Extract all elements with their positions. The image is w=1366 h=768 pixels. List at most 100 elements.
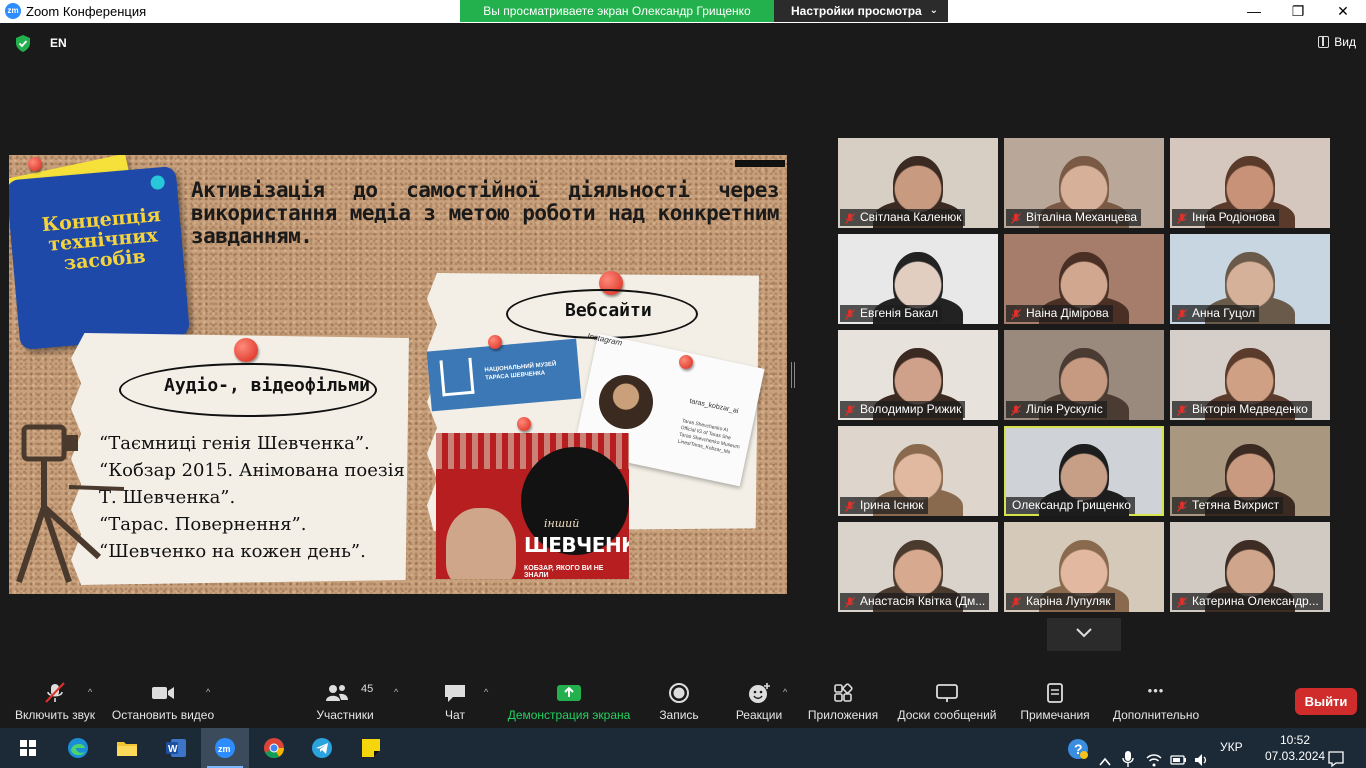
taskbar-edge[interactable] bbox=[54, 728, 102, 768]
view-button[interactable]: Вид bbox=[1318, 35, 1356, 49]
participant-video-head bbox=[1059, 156, 1109, 216]
zoom-app-letters: zm bbox=[218, 744, 231, 754]
taskbar-telegram[interactable] bbox=[298, 728, 346, 768]
poster-face bbox=[446, 508, 516, 579]
taskbar-zoom[interactable]: zm bbox=[201, 728, 249, 768]
stop-video-button[interactable]: Остановить видео bbox=[108, 674, 218, 728]
participant-tile[interactable]: Інна Родіонова bbox=[1170, 138, 1330, 228]
portrait-avatar bbox=[599, 375, 653, 429]
participant-tile[interactable]: Каріна Лупуляк bbox=[1004, 522, 1164, 612]
share-screen-button[interactable]: Демонстрация экрана bbox=[503, 674, 635, 728]
audio-options-caret[interactable]: ^ bbox=[88, 687, 98, 697]
participant-tile[interactable]: Анна Гуцол bbox=[1170, 234, 1330, 324]
participant-tile[interactable]: Тетяна Вихрист bbox=[1170, 426, 1330, 516]
close-button[interactable]: ✕ bbox=[1320, 0, 1366, 23]
folder-icon bbox=[117, 742, 137, 756]
whiteboards-button[interactable]: Доски сообщений bbox=[893, 674, 1001, 728]
wifi-icon[interactable] bbox=[1146, 740, 1162, 768]
battery-icon[interactable] bbox=[1170, 740, 1188, 768]
language-interpretation-button[interactable]: EN bbox=[50, 36, 67, 50]
mute-indicator bbox=[1172, 305, 1190, 322]
chat-button[interactable]: Чат bbox=[430, 674, 480, 728]
participant-video-head bbox=[893, 348, 943, 408]
participant-video-head bbox=[893, 252, 943, 312]
participant-tile[interactable]: Ірина Існюк bbox=[838, 426, 998, 516]
view-settings-button[interactable]: Настройки просмотра ⌄ bbox=[774, 0, 948, 22]
chat-bubble-icon bbox=[445, 685, 465, 702]
participant-video-head bbox=[893, 540, 943, 600]
record-button[interactable]: Запись bbox=[650, 674, 708, 728]
volume-icon[interactable] bbox=[1193, 740, 1209, 768]
list-item: “Кобзар 2015. Анімована поезія bbox=[99, 460, 405, 481]
mic-muted-icon bbox=[845, 213, 855, 224]
chat-options-caret[interactable]: ^ bbox=[484, 687, 494, 697]
mute-indicator bbox=[1006, 593, 1024, 610]
system-clock[interactable]: 10:52 07.03.2024 bbox=[1265, 732, 1325, 764]
shared-screen[interactable]: Концепція технічних засобів Активізація … bbox=[9, 155, 787, 594]
reactions-button[interactable]: Реакции bbox=[730, 674, 788, 728]
participant-tile[interactable]: Лілія Рускуліс bbox=[1004, 330, 1164, 420]
mic-muted-icon bbox=[1177, 309, 1187, 320]
slide-heading: Активізація до самостійної діяльності че… bbox=[191, 178, 780, 248]
sticky-notes-icon bbox=[362, 739, 380, 757]
microphone-icon[interactable] bbox=[1122, 739, 1134, 768]
participant-tile[interactable]: Евгенія Бакал bbox=[838, 234, 998, 324]
mic-muted-icon bbox=[845, 309, 855, 320]
participant-tile[interactable]: Катерина Олександр... bbox=[1170, 522, 1330, 612]
participant-video-head bbox=[893, 444, 943, 504]
taskbar-chrome[interactable] bbox=[250, 728, 298, 768]
participant-tile[interactable]: Анастасія Квітка (Дм... bbox=[838, 522, 998, 612]
more-button[interactable]: ••• Дополнительно bbox=[1108, 674, 1204, 728]
security-shield-icon[interactable] bbox=[15, 35, 31, 52]
mic-muted-icon bbox=[845, 405, 855, 416]
participants-options-caret[interactable]: ^ bbox=[394, 687, 404, 697]
mic-muted-icon bbox=[45, 682, 65, 703]
whiteboards-label: Доски сообщений bbox=[897, 708, 997, 722]
help-tray-icon[interactable]: ? bbox=[1067, 738, 1089, 760]
chevron-down-icon: ⌄ bbox=[929, 5, 938, 16]
notes-button[interactable]: Примечания bbox=[1015, 674, 1095, 728]
more-dots-icon: ••• bbox=[1147, 683, 1165, 698]
start-button[interactable] bbox=[4, 728, 52, 768]
taskbar-word[interactable]: W bbox=[152, 728, 200, 768]
video-camera-icon bbox=[152, 687, 174, 699]
participant-tile[interactable]: Володимир Рижик bbox=[838, 330, 998, 420]
input-language[interactable]: УКР bbox=[1220, 740, 1243, 768]
museum-name: НАЦІОНАЛЬНИЙ МУЗЕЙ ТАРАСА ШЕВЧЕНКА bbox=[484, 361, 557, 382]
pushpin-icon bbox=[517, 417, 531, 431]
participant-video-head bbox=[1059, 252, 1109, 312]
mute-indicator bbox=[840, 401, 858, 418]
participant-tile[interactable]: Світлана Каленюк bbox=[838, 138, 998, 228]
view-settings-label: Настройки просмотра bbox=[791, 4, 922, 18]
participant-tile[interactable]: Віталіна Механцева bbox=[1004, 138, 1164, 228]
minimize-button[interactable]: — bbox=[1231, 0, 1277, 23]
poster-tagline: КОБЗАР, ЯКОГО ВИ НЕ ЗНАЛИ bbox=[524, 565, 604, 579]
poster-subtitle: інший bbox=[544, 517, 580, 530]
participant-tile[interactable]: Вікторія Медведенко bbox=[1170, 330, 1330, 420]
split-view-handle[interactable] bbox=[791, 362, 795, 388]
clock-time: 10:52 bbox=[1279, 733, 1311, 747]
maximize-button[interactable]: ❐ bbox=[1275, 0, 1321, 23]
clock-date: 07.03.2024 bbox=[1265, 749, 1326, 763]
more-label: Дополнительно bbox=[1112, 708, 1200, 722]
leave-button[interactable]: Выйти bbox=[1295, 688, 1357, 715]
mute-indicator bbox=[1172, 593, 1190, 610]
mute-indicator bbox=[1172, 209, 1190, 226]
window-title: Zoom Конференция bbox=[26, 4, 147, 19]
video-options-caret[interactable]: ^ bbox=[206, 687, 216, 697]
mute-indicator bbox=[840, 305, 858, 322]
unmute-button[interactable]: Включить звук bbox=[8, 674, 102, 728]
zoom-logo-icon: zm bbox=[5, 3, 21, 19]
taskbar-file-explorer[interactable] bbox=[103, 728, 151, 768]
taskbar-sticky-notes[interactable] bbox=[347, 728, 395, 768]
chevron-up-icon[interactable] bbox=[1099, 742, 1111, 768]
gallery-next-page-button[interactable] bbox=[1047, 618, 1121, 651]
list-item: “Шевченко на кожен день”. bbox=[99, 541, 366, 562]
pushpin-icon bbox=[234, 338, 258, 362]
participant-tile[interactable]: Олександр Грищенко bbox=[1004, 426, 1164, 516]
notes-label: Примечания bbox=[1020, 708, 1090, 722]
apps-button[interactable]: Приложения bbox=[803, 674, 883, 728]
notifications-icon[interactable] bbox=[1327, 739, 1345, 768]
reactions-options-caret[interactable]: ^ bbox=[783, 687, 793, 697]
participant-tile[interactable]: Наіна Дімірова bbox=[1004, 234, 1164, 324]
